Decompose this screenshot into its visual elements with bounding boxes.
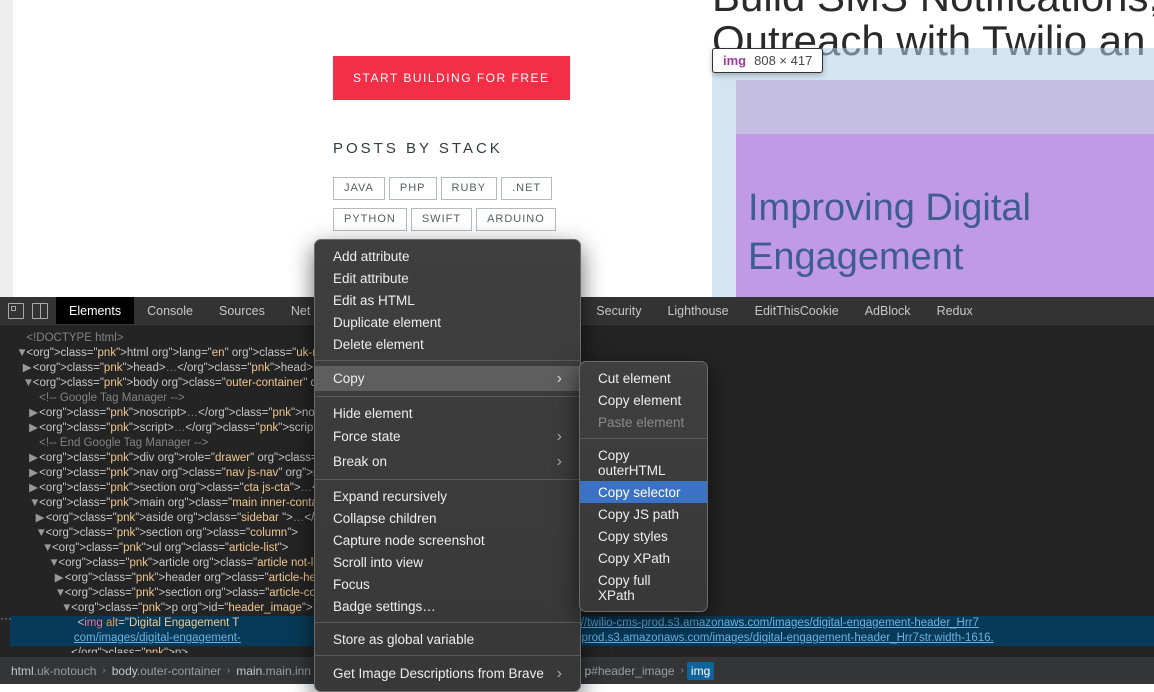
menu-item-copy-xpath[interactable]: Copy XPath bbox=[580, 547, 707, 569]
intro-text: with Twilio's APIs and services. bbox=[333, 0, 603, 4]
inspect-icon[interactable] bbox=[8, 303, 24, 319]
devtools-tab-console[interactable]: Console bbox=[134, 297, 206, 324]
tag-python[interactable]: PYTHON bbox=[333, 208, 407, 231]
menu-item-copy-selector[interactable]: Copy selector bbox=[580, 481, 707, 503]
devtools-tab-editthiscookie[interactable]: EditThisCookie bbox=[742, 297, 852, 324]
menu-item-hide-element[interactable]: Hide element bbox=[315, 402, 580, 424]
menu-item-copy-outerhtml[interactable]: Copy outerHTML bbox=[580, 444, 707, 481]
menu-item-copy-element[interactable]: Copy element bbox=[580, 389, 707, 411]
menu-item-copy[interactable]: Copy bbox=[315, 366, 580, 391]
menu-item-focus[interactable]: Focus bbox=[315, 573, 580, 595]
breadcrumb-item[interactable]: img bbox=[687, 662, 714, 680]
context-submenu[interactable]: Cut elementCopy elementPaste element Copy… bbox=[579, 361, 708, 612]
dom-line[interactable]: <!DOCTYPE html> bbox=[10, 331, 1154, 346]
menu-item-badge-settings-[interactable]: Badge settings… bbox=[315, 595, 580, 617]
tag-php[interactable]: PHP bbox=[389, 177, 437, 200]
devtools-tab-security[interactable]: Security bbox=[583, 297, 654, 324]
context-menu[interactable]: Add attributeEdit attributeEdit as HTMLD… bbox=[314, 239, 581, 692]
menu-item-break-on[interactable]: Break on bbox=[315, 449, 580, 474]
menu-item-paste-element: Paste element bbox=[580, 411, 707, 433]
menu-item-edit-attribute[interactable]: Edit attribute bbox=[315, 267, 580, 289]
menu-item-edit-as-html[interactable]: Edit as HTML bbox=[315, 289, 580, 311]
menu-item-get-image-descriptions-from-brave[interactable]: Get Image Descriptions from Brave bbox=[315, 661, 580, 686]
devtools-tab-lighthouse[interactable]: Lighthouse bbox=[654, 297, 741, 324]
breadcrumb-item[interactable]: body.outer-container bbox=[109, 664, 224, 678]
hero-image-text: Improving DigitalEngagement bbox=[748, 184, 1031, 283]
menu-item-store-as-global-variable[interactable]: Store as global variable bbox=[315, 628, 580, 650]
menu-item-copy-full-xpath[interactable]: Copy full XPath bbox=[580, 569, 707, 606]
tag-java[interactable]: JAVA bbox=[333, 177, 385, 200]
menu-item-collapse-children[interactable]: Collapse children bbox=[315, 507, 580, 529]
tag-arduino[interactable]: ARDUINO bbox=[476, 208, 556, 231]
breadcrumb-item[interactable]: p#header_image bbox=[581, 664, 677, 678]
breadcrumb-item[interactable]: html.uk-notouch bbox=[8, 664, 99, 678]
element-tooltip: img 808 × 417 bbox=[712, 48, 823, 73]
devtools-tab-elements[interactable]: Elements bbox=[56, 297, 134, 324]
dom-line[interactable]: ▼<org">class="pnk">html org">lang="en" o… bbox=[10, 346, 1154, 361]
menu-item-force-state[interactable]: Force state bbox=[315, 424, 580, 449]
menu-item-copy-styles[interactable]: Copy styles bbox=[580, 525, 707, 547]
devtools-tab-adblock[interactable]: AdBlock bbox=[852, 297, 924, 324]
tag-list: JAVAPHPRUBY.NET PYTHONSWIFTARDUINO bbox=[333, 177, 583, 239]
left-stripe bbox=[0, 0, 13, 297]
breadcrumb-item[interactable]: main.main.inn bbox=[233, 664, 314, 678]
menu-item-expand-recursively[interactable]: Expand recursively bbox=[315, 485, 580, 507]
menu-item-duplicate-element[interactable]: Duplicate element bbox=[315, 311, 580, 333]
menu-item-add-attribute[interactable]: Add attribute bbox=[315, 245, 580, 267]
tag-ruby[interactable]: RUBY bbox=[441, 177, 498, 200]
menu-item-copy-js-path[interactable]: Copy JS path bbox=[580, 503, 707, 525]
cta-button[interactable]: START BUILDING FOR FREE bbox=[333, 56, 570, 100]
devtools-tab-redux[interactable]: Redux bbox=[924, 297, 986, 324]
tag-swift[interactable]: SWIFT bbox=[411, 208, 472, 231]
tooltip-dimensions: 808 × 417 bbox=[754, 53, 812, 68]
menu-item-cut-element[interactable]: Cut element bbox=[580, 367, 707, 389]
posts-heading: POSTS BY STACK bbox=[333, 140, 503, 157]
tooltip-tagname: img bbox=[723, 53, 746, 68]
device-toggle-icon[interactable] bbox=[32, 303, 48, 319]
menu-item-delete-element[interactable]: Delete element bbox=[315, 333, 580, 355]
menu-item-scroll-into-view[interactable]: Scroll into view bbox=[315, 551, 580, 573]
menu-item-capture-node-screenshot[interactable]: Capture node screenshot bbox=[315, 529, 580, 551]
devtools-tab-sources[interactable]: Sources bbox=[206, 297, 278, 324]
tag-net[interactable]: .NET bbox=[501, 177, 552, 200]
dom-line[interactable]: </org">class="pnk">p> bbox=[10, 646, 1154, 653]
